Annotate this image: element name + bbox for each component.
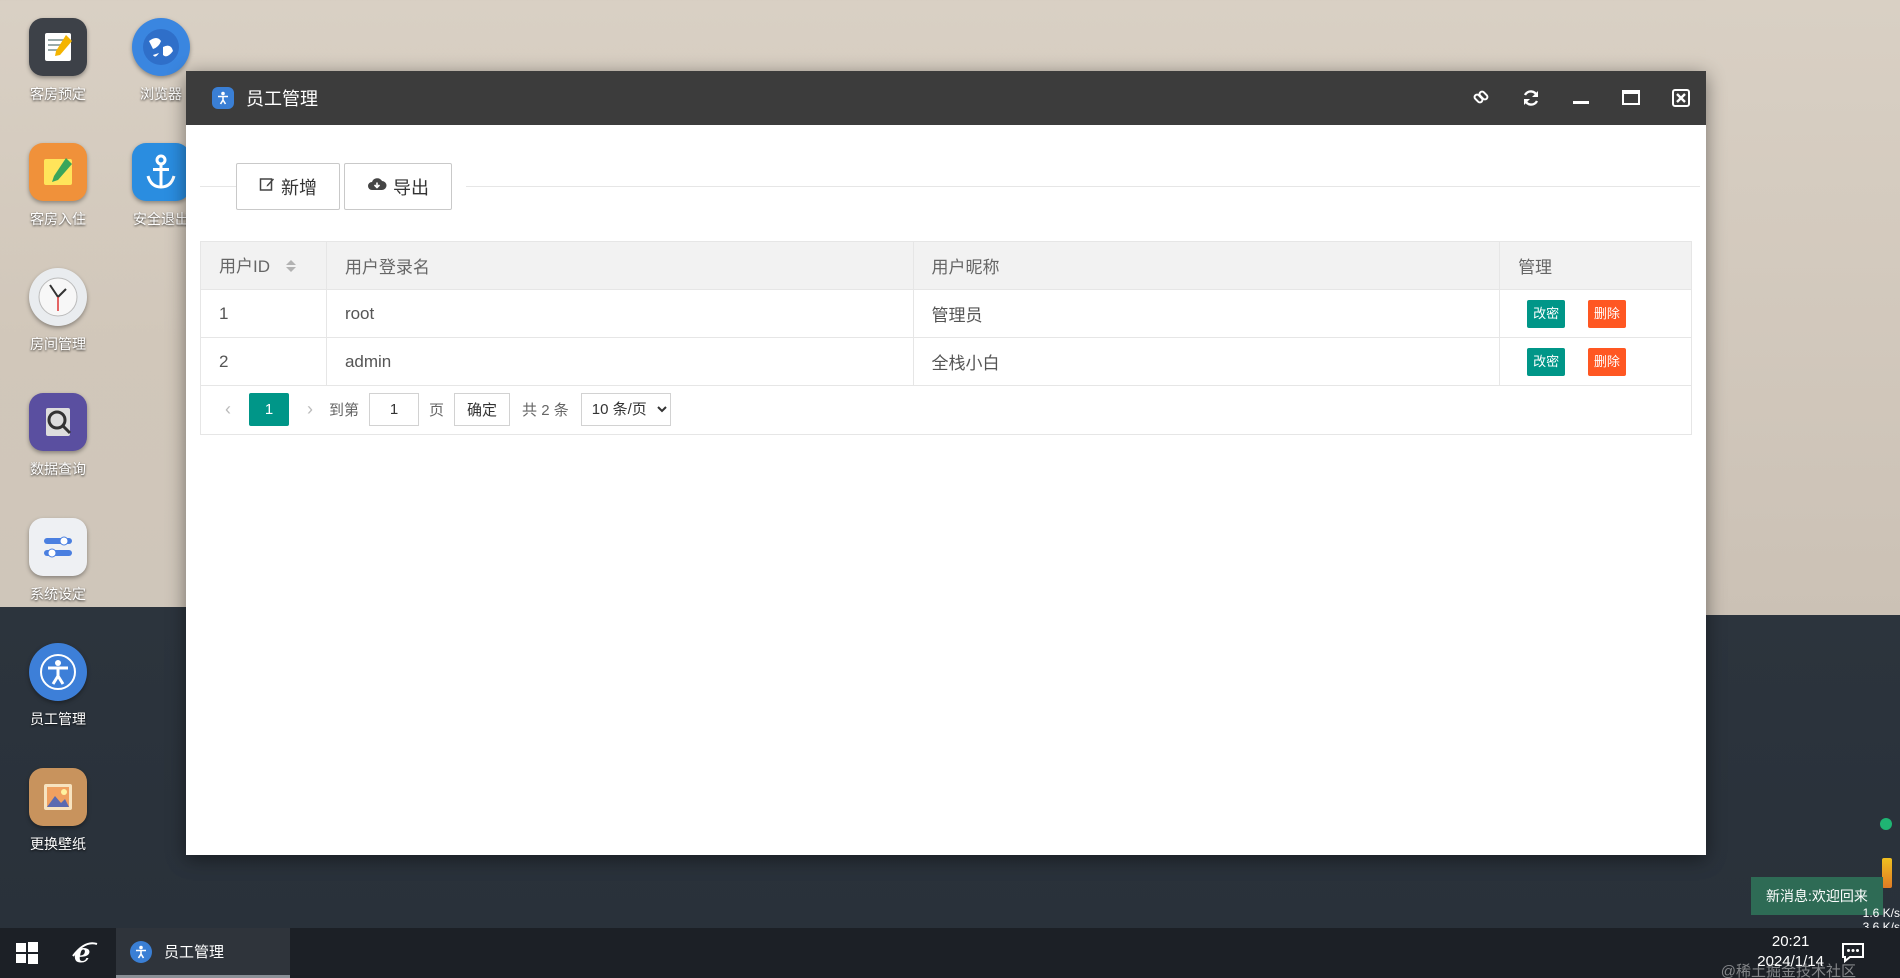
delete-button[interactable]: 删除 xyxy=(1587,347,1626,376)
desktop-icon-label: 系统设定 xyxy=(30,586,86,602)
desktop-icon-label: 更换壁纸 xyxy=(30,836,86,852)
cell-nickname: 全栈小白 xyxy=(912,337,1501,386)
accessibility-icon xyxy=(212,87,234,109)
goto-page-input[interactable] xyxy=(369,393,420,426)
accessibility-icon xyxy=(130,940,152,963)
add-button[interactable]: 新增 xyxy=(236,163,340,210)
change-password-button[interactable]: 改密 xyxy=(1527,299,1566,328)
side-indicator xyxy=(1882,858,1892,888)
edit-icon xyxy=(259,176,275,197)
status-dot xyxy=(1880,818,1892,830)
column-header-nickname: 用户昵称 xyxy=(912,241,1501,290)
total-count: 共 2 条 xyxy=(522,402,569,419)
column-header-manage: 管理 xyxy=(1499,241,1692,290)
taskbar: e 员工管理 @稀土掘金技术社区 20:21 2024/1/14 xyxy=(0,928,1900,978)
cell-user-id: 1 xyxy=(200,289,327,338)
window-title: 员工管理 xyxy=(246,89,318,109)
maximize-icon[interactable] xyxy=(1606,71,1656,125)
start-button[interactable] xyxy=(0,928,54,978)
accessibility-icon xyxy=(29,643,87,701)
desktop-icon-label: 客房预定 xyxy=(30,86,86,102)
delete-button[interactable]: 删除 xyxy=(1587,299,1626,328)
current-page[interactable]: 1 xyxy=(249,393,289,426)
desktop-icon-label: 数据查询 xyxy=(30,461,86,477)
prev-page-icon[interactable]: ‹ xyxy=(215,399,241,420)
cloud-download-icon xyxy=(367,176,387,197)
upload-speed: 1.6 K/s xyxy=(1862,906,1900,920)
link-icon[interactable] xyxy=(1456,71,1506,125)
table-row: 1 root 管理员 改密 删除 xyxy=(200,289,1692,338)
change-password-button[interactable]: 改密 xyxy=(1527,347,1566,376)
export-button[interactable]: 导出 xyxy=(344,163,452,210)
desktop-icon-checkin[interactable]: 客房入住 xyxy=(8,143,108,229)
cell-login-name: root xyxy=(325,289,914,338)
close-icon[interactable] xyxy=(1656,71,1706,125)
clock-time: 20:21 xyxy=(1771,933,1810,950)
clock-icon xyxy=(29,268,87,326)
add-button-label: 新增 xyxy=(281,177,317,198)
clock-date: 2024/1/14 xyxy=(1757,953,1824,970)
settings-toggle-icon xyxy=(29,518,87,576)
export-button-label: 导出 xyxy=(393,177,429,198)
minimize-icon[interactable] xyxy=(1556,71,1606,125)
window-controls xyxy=(1456,71,1706,125)
ie-icon: e xyxy=(72,939,98,968)
toolbar: 新增 导出 xyxy=(200,163,1700,211)
notepad-icon xyxy=(29,18,87,76)
search-doc-icon xyxy=(29,393,87,451)
edit-note-icon xyxy=(29,143,87,201)
cell-login-name: admin xyxy=(325,337,914,386)
refresh-icon[interactable] xyxy=(1506,71,1556,125)
cell-actions: 改密 删除 xyxy=(1499,337,1692,386)
cell-actions: 改密 删除 xyxy=(1499,289,1692,338)
anchor-icon xyxy=(132,143,190,201)
page-suffix-label: 页 xyxy=(429,402,445,419)
desktop-icon-system-settings[interactable]: 系统设定 xyxy=(8,518,108,604)
desktop-icon-change-wallpaper[interactable]: 更换壁纸 xyxy=(8,768,108,854)
staff-table: 用户ID 用户登录名 用户昵称 管理 1 root 管理员 改密 删除 2 ad… xyxy=(200,241,1692,386)
confirm-page-button[interactable]: 确定 xyxy=(454,393,511,426)
desktop-icon-staff-management[interactable]: 员工管理 xyxy=(8,643,108,729)
desktop-icon-room-booking[interactable]: 客房预定 xyxy=(8,18,108,104)
windows-icon xyxy=(16,942,38,964)
pagination: ‹ 1 › 到第 页 确定 共 2 条 10 条/页 xyxy=(200,385,1692,435)
staff-management-window: 员工管理 新增 导出 用户ID 用户登录名 用户昵称 管理 1 root 管理员… xyxy=(186,71,1706,855)
table-row: 2 admin 全栈小白 改密 删除 xyxy=(200,337,1692,386)
goto-label: 到第 xyxy=(329,402,360,419)
globe-icon xyxy=(132,18,190,76)
column-header-user-id[interactable]: 用户ID xyxy=(200,241,327,290)
table-header-row: 用户ID 用户登录名 用户昵称 管理 xyxy=(200,241,1692,290)
taskbar-clock[interactable]: 20:21 2024/1/14 xyxy=(1757,932,1824,972)
cell-nickname: 管理员 xyxy=(912,289,1501,338)
desktop-icon-label: 客房入住 xyxy=(30,211,86,227)
cell-user-id: 2 xyxy=(200,337,327,386)
desktop-background-right xyxy=(1706,0,1900,615)
taskbar-item-staff-management[interactable]: 员工管理 xyxy=(116,928,290,978)
desktop-icon-label: 房间管理 xyxy=(30,336,86,352)
sort-icon[interactable] xyxy=(285,258,297,279)
taskbar-item-label: 员工管理 xyxy=(164,944,225,961)
message-icon[interactable] xyxy=(1840,940,1866,967)
desktop-icon-data-query[interactable]: 数据查询 xyxy=(8,393,108,479)
page-size-select[interactable]: 10 条/页 xyxy=(580,393,671,426)
ie-browser-button[interactable]: e xyxy=(54,928,116,978)
desktop-icon-label: 员工管理 xyxy=(30,711,86,727)
column-header-login-name: 用户登录名 xyxy=(325,241,914,290)
next-page-icon[interactable]: › xyxy=(297,399,323,420)
wallpaper-icon xyxy=(29,768,87,826)
desktop-icon-room-management[interactable]: 房间管理 xyxy=(8,268,108,354)
